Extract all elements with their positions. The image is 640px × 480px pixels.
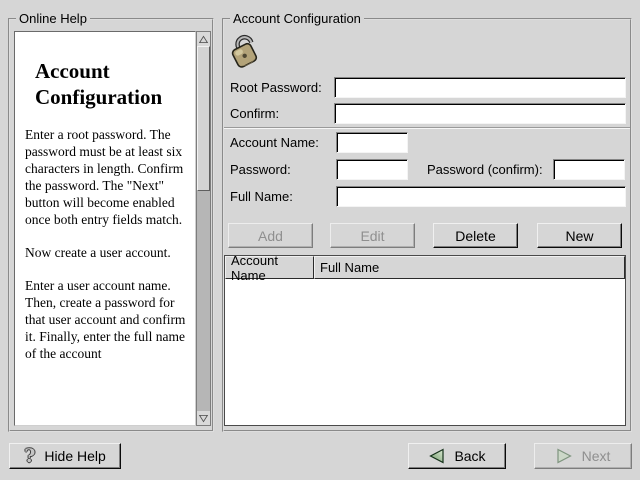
new-button-label: New xyxy=(565,228,593,244)
full-name-label: Full Name: xyxy=(230,190,293,204)
password-label: Password: xyxy=(230,163,291,177)
new-button[interactable]: New xyxy=(537,223,622,248)
help-paragraph: Enter a user account name. Then, create … xyxy=(25,277,190,362)
lock-icon xyxy=(226,32,266,75)
scroll-up-button[interactable] xyxy=(197,32,210,46)
online-help-frame-title: Online Help xyxy=(16,11,90,26)
section-separator xyxy=(224,127,630,129)
confirm-label: Confirm: xyxy=(230,107,279,121)
password-confirm-label: Password (confirm): xyxy=(427,163,543,177)
help-paragraph: Enter a root password. The password must… xyxy=(25,126,190,228)
scroll-down-button[interactable] xyxy=(197,411,210,425)
account-name-label: Account Name: xyxy=(230,136,319,150)
password-confirm-input[interactable] xyxy=(553,159,625,180)
add-button-label: Add xyxy=(258,228,283,244)
column-header-account-name[interactable]: Account Name xyxy=(225,256,314,279)
online-help-panel: Online Help Account Configuration Enter … xyxy=(8,18,214,432)
account-configuration-frame-title: Account Configuration xyxy=(230,11,364,26)
hide-help-button-label: Hide Help xyxy=(44,448,105,464)
scroll-down-icon xyxy=(198,413,209,424)
delete-button[interactable]: Delete xyxy=(433,223,518,248)
help-scrollbar[interactable] xyxy=(196,31,211,426)
question-mark-icon: ? xyxy=(24,447,35,465)
root-password-label: Root Password: xyxy=(230,81,322,95)
add-button[interactable]: Add xyxy=(228,223,313,248)
help-text-area: Account Configuration Enter a root passw… xyxy=(14,31,196,426)
scroll-up-icon xyxy=(198,34,209,45)
scrollbar-thumb[interactable] xyxy=(197,46,210,191)
account-name-input[interactable] xyxy=(336,132,408,153)
hide-help-button[interactable]: ? Hide Help xyxy=(9,443,121,469)
back-button[interactable]: Back xyxy=(408,443,506,469)
next-button[interactable]: Next xyxy=(534,443,632,469)
accounts-table: Account Name Full Name xyxy=(224,255,626,426)
back-button-label: Back xyxy=(454,448,485,464)
full-name-input[interactable] xyxy=(336,186,626,207)
help-title: Account Configuration xyxy=(35,58,189,110)
root-password-input[interactable] xyxy=(334,77,626,98)
root-password-confirm-input[interactable] xyxy=(334,103,626,124)
back-arrow-icon xyxy=(428,448,445,464)
next-arrow-icon xyxy=(556,448,573,464)
next-button-label: Next xyxy=(582,448,611,464)
delete-button-label: Delete xyxy=(455,228,495,244)
help-paragraph: Now create a user account. xyxy=(25,244,190,261)
accounts-table-header: Account Name Full Name xyxy=(225,256,625,279)
accounts-table-body[interactable] xyxy=(225,279,625,425)
password-input[interactable] xyxy=(336,159,408,180)
edit-button-label: Edit xyxy=(360,228,384,244)
column-header-full-name[interactable]: Full Name xyxy=(314,256,625,279)
edit-button[interactable]: Edit xyxy=(330,223,415,248)
installer-window: Online Help Account Configuration Enter … xyxy=(0,0,640,480)
account-configuration-panel: Account Configuration Root Password: Con… xyxy=(222,18,632,432)
